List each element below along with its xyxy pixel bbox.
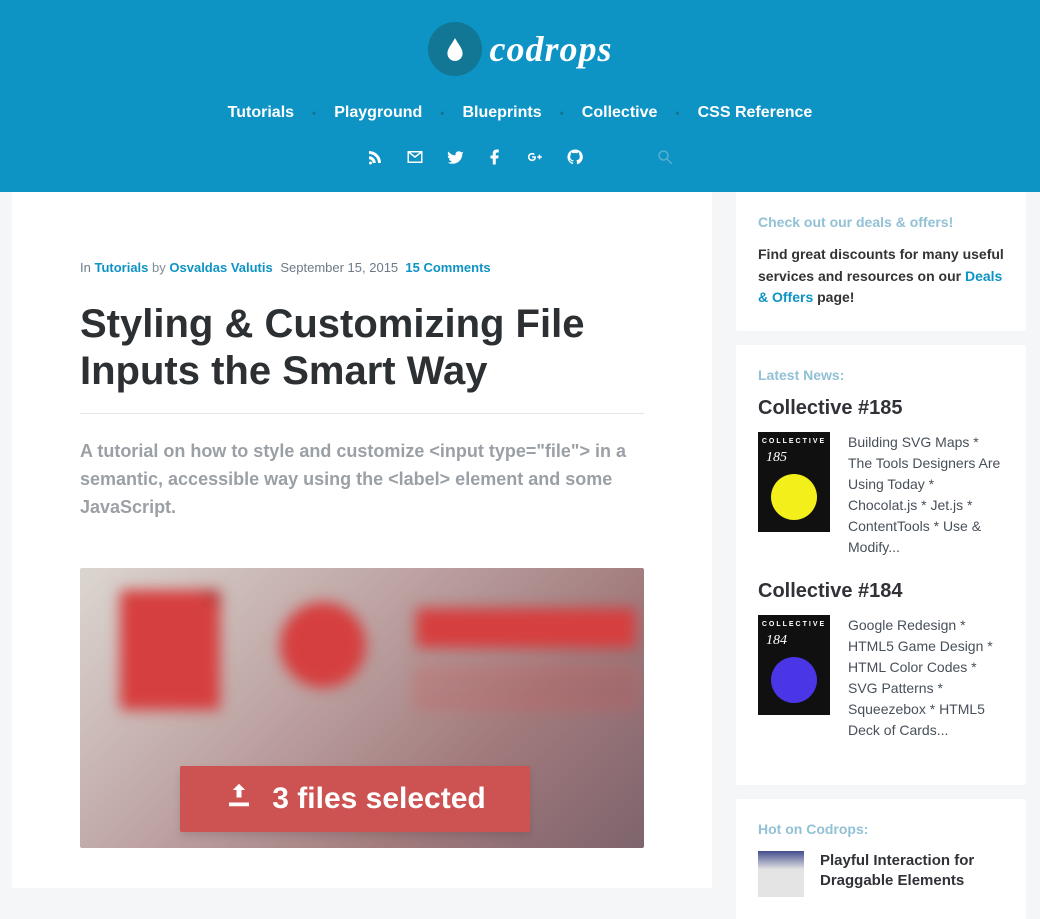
nav-link-tutorials[interactable]: Tutorials	[224, 104, 298, 122]
news-desc: Google Redesign * HTML5 Game Design * HT…	[848, 615, 1004, 741]
nav-link-cssreference[interactable]: CSS Reference	[694, 104, 817, 122]
article: In Tutorials by Osvaldas Valutis Septemb…	[12, 192, 712, 888]
news-item-title[interactable]: Collective #184	[758, 580, 1004, 603]
article-date: September 15, 2015	[280, 260, 398, 275]
search-icon[interactable]	[656, 148, 674, 166]
nav-link-playground[interactable]: Playground	[330, 104, 426, 122]
deals-panel: Check out our deals & offers! Find great…	[736, 192, 1026, 331]
hero-selected-label: 3 files selected	[272, 782, 485, 816]
upload-icon	[224, 780, 254, 818]
hero-choose-btn-solid	[416, 608, 636, 648]
nav-link-collective[interactable]: Collective	[578, 104, 662, 122]
thumb-badge: COLLECTIVE	[758, 621, 830, 628]
site-header: codrops Tutorials• Playground• Blueprint…	[0, 0, 1040, 192]
category-link[interactable]: Tutorials	[94, 260, 148, 275]
by-label: by	[152, 260, 166, 275]
drop-icon	[428, 22, 482, 76]
nav-link-blueprints[interactable]: Blueprints	[458, 104, 545, 122]
deals-heading: Check out our deals & offers!	[758, 214, 1004, 230]
news-item: COLLECTIVE 184 Google Redesign * HTML5 G…	[758, 615, 1004, 741]
hot-panel: Hot on Codrops: Playful Interaction for …	[736, 799, 1026, 919]
facebook-icon[interactable]	[486, 148, 504, 166]
news-desc: Building SVG Maps * The Tools Designers …	[848, 432, 1004, 558]
hero-selected-button: 3 files selected	[180, 766, 530, 832]
gplus-icon[interactable]	[526, 148, 544, 166]
in-label: In	[80, 260, 91, 275]
social-row	[0, 148, 1040, 166]
article-subtitle: A tutorial on how to style and customize…	[80, 438, 644, 522]
news-item: COLLECTIVE 185 Building SVG Maps * The T…	[758, 432, 1004, 558]
content-container: In Tutorials by Osvaldas Valutis Septemb…	[0, 192, 1040, 919]
news-item-title[interactable]: Collective #185	[758, 397, 1004, 420]
thumb-badge: COLLECTIVE	[758, 438, 830, 445]
news-thumb[interactable]: COLLECTIVE 184	[758, 615, 830, 715]
hot-heading: Hot on Codrops:	[758, 821, 1004, 837]
news-thumb[interactable]: COLLECTIVE 185	[758, 432, 830, 532]
hero-image: 3 files selected	[80, 568, 644, 848]
hot-thumb[interactable]	[758, 851, 804, 897]
article-meta: In Tutorials by Osvaldas Valutis Septemb…	[80, 260, 644, 275]
main-nav: Tutorials• Playground• Blueprints• Colle…	[0, 104, 1040, 122]
author-link[interactable]: Osvaldas Valutis	[169, 260, 272, 275]
hot-item-title[interactable]: Playful Interaction for Draggable Elemen…	[820, 851, 1004, 892]
thumb-shape-icon	[771, 474, 817, 520]
logo-text: codrops	[490, 28, 613, 70]
twitter-icon[interactable]	[446, 148, 464, 166]
sidebar: Check out our deals & offers! Find great…	[736, 192, 1026, 919]
hero-choose-btn-outline	[416, 668, 636, 708]
hero-file-icon	[120, 590, 220, 710]
hero-upload-icon	[280, 602, 366, 688]
github-icon[interactable]	[566, 148, 584, 166]
thumb-number: 185	[766, 450, 787, 466]
thumb-shape-icon	[771, 657, 817, 703]
logo[interactable]: codrops	[428, 22, 613, 76]
news-heading: Latest News:	[758, 367, 1004, 383]
article-title: Styling & Customizing File Inputs the Sm…	[80, 301, 644, 414]
comments-link[interactable]: 15 Comments	[405, 260, 490, 275]
email-icon[interactable]	[406, 148, 424, 166]
rss-icon[interactable]	[366, 148, 384, 166]
news-panel: Latest News: Collective #185 COLLECTIVE …	[736, 345, 1026, 785]
hot-item: Playful Interaction for Draggable Elemen…	[758, 851, 1004, 897]
deals-text: Find great discounts for many useful ser…	[758, 244, 1004, 309]
thumb-number: 184	[766, 633, 787, 649]
